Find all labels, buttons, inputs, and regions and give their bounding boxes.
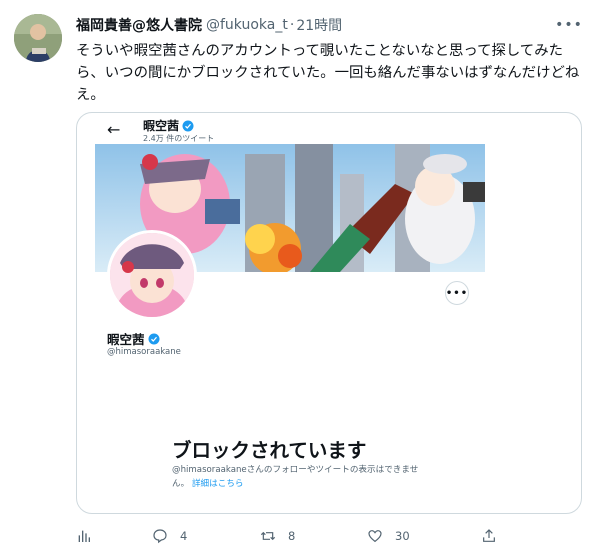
action-bar: 4 8 30	[76, 524, 506, 548]
embedded-image[interactable]: ← 暇空茜 2.4万 件のツイート ••• 暇空茜 @himasoraakane…	[76, 112, 582, 514]
blocked-description: @himasoraakaneさんのフォローやツイートの表示はできません。 詳細は…	[172, 465, 419, 489]
tweet-time[interactable]: 21時間	[296, 15, 342, 35]
reply-count: 4	[180, 529, 188, 543]
retweet-button[interactable]: 8	[260, 524, 295, 548]
retweet-icon	[260, 531, 276, 541]
like-icon	[368, 530, 382, 543]
profile-handle: @himasoraakane	[107, 347, 181, 357]
reply-button[interactable]: 4	[152, 524, 187, 548]
profile-avatar	[107, 230, 197, 320]
like-button[interactable]: 30	[367, 524, 410, 548]
profile-screenshot: ← 暇空茜 2.4万 件のツイート ••• 暇空茜 @himasoraakane…	[95, 113, 485, 513]
separator: ·	[289, 17, 295, 33]
author-avatar[interactable]	[14, 14, 62, 62]
more-icon[interactable]: •••	[555, 16, 582, 34]
share-icon	[483, 529, 495, 542]
verified-icon	[182, 120, 194, 131]
back-arrow-icon: ←	[107, 120, 121, 139]
verified-icon	[148, 333, 160, 344]
inner-tweet-count: 2.4万 件のツイート	[143, 134, 215, 143]
tweet-header: 福岡貴善@悠人書院 @fukuoka_t · 21時間 •••	[76, 14, 582, 36]
learn-more-link: 詳細はこちら	[191, 479, 244, 489]
profile-more-icon: •••	[445, 281, 469, 305]
inner-header-name: 暇空茜	[143, 117, 194, 134]
analytics-icon	[78, 530, 90, 542]
analytics-button[interactable]	[76, 524, 92, 548]
reply-icon	[153, 529, 167, 544]
retweet-count: 8	[288, 529, 296, 543]
tweet-text: そういや暇空茜さんのアカウントって覗いたことないなと思って探してみたら、いつの間…	[76, 43, 580, 103]
profile-name: 暇空茜	[107, 329, 160, 348]
blocked-title: ブロックされています	[172, 439, 367, 462]
share-button[interactable]	[481, 524, 497, 548]
author-handle[interactable]: @fukuoka_t	[206, 17, 288, 33]
author-name[interactable]: 福岡貴善@悠人書院	[76, 15, 202, 35]
like-count: 30	[395, 529, 410, 543]
tweet[interactable]: 福岡貴善@悠人書院 @fukuoka_t · 21時間 ••• そういや暇空茜さ…	[0, 0, 603, 559]
